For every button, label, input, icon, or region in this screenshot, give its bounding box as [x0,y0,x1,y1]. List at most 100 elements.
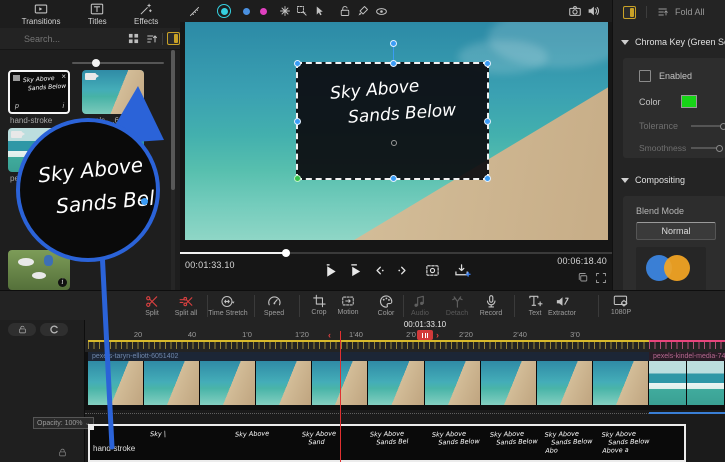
motion-button[interactable]: Motion [337,294,358,316]
seek-knob[interactable] [282,249,290,257]
chroma-color-swatch[interactable] [681,95,697,108]
speed-button[interactable]: Speed [264,294,284,317]
clip-name[interactable]: pexels-kindel-media-742553 [649,352,725,361]
text-clip-hand-stroke[interactable]: hand-stroke Sky | Sky Above Sky Above Sa… [88,424,686,462]
info-icon[interactable]: i [62,103,64,110]
media-tab-bar: Transitions Titles Effects [0,0,180,28]
layer-dot-cyan-selected[interactable] [217,4,231,18]
transport-controls [323,263,471,278]
eye-icon[interactable] [375,5,388,18]
library-item-pexels-6051402[interactable]: i [82,70,144,114]
cursor-star-icon[interactable] [279,5,291,17]
play-from-start-button[interactable] [348,263,363,278]
scrollbar-thumb[interactable] [171,50,175,190]
enabled-checkbox[interactable] [639,70,651,82]
slider-knob[interactable] [92,59,100,67]
tab-titles[interactable]: Titles [88,2,107,26]
layer-dot-blue[interactable] [243,8,250,15]
clip-name[interactable]: pexels-taryn-elliott-6051402 [88,352,649,361]
preview-video[interactable]: Sky Above Sands Below [185,22,608,240]
text-track-lock-icon[interactable] [58,448,67,457]
panel-toggle-icon[interactable] [167,32,180,45]
clip-trim-handle[interactable] [88,424,94,430]
volume-icon[interactable] [586,4,600,18]
track-loop-button[interactable] [40,323,68,336]
playhead-line[interactable] [340,331,341,462]
ruler-label: 2'0 [406,330,416,339]
blend-circle-right [664,255,690,281]
ruler-label: 3'0 [570,330,580,339]
color-button[interactable]: Color [378,294,395,317]
seek-bar[interactable] [180,252,612,254]
play-button[interactable] [323,263,338,278]
tolerance-slider[interactable] [691,125,725,127]
grid-view-icon[interactable] [128,33,139,44]
compositing-title: Compositing [635,175,685,185]
resize-handle-nw[interactable] [294,60,301,67]
snapshot-camera-icon[interactable] [568,4,582,18]
chroma-key-section-header[interactable]: Chroma Key (Green Screen) [613,32,725,52]
fold-all-label[interactable]: Fold All [675,7,705,17]
library-item-hand-stroke[interactable]: × Sky Above Sands Below p i [8,70,70,114]
clip-thumbnail [425,361,481,405]
record-button[interactable]: Record [480,294,503,317]
divider [403,295,404,317]
chevron-down-icon [621,40,629,45]
info-icon[interactable]: i [132,102,141,111]
fullscreen-icon[interactable] [595,272,607,284]
clip-thumbnail [88,361,144,405]
playhead-left-arrow[interactable]: ‹ [328,330,331,340]
thumbnail-size-slider[interactable] [72,62,164,64]
split-all-button[interactable]: Split all [175,294,198,317]
clip-thumbnail [593,361,649,405]
frame-snapshot-button[interactable] [425,263,440,278]
search-input[interactable] [22,33,114,45]
panel-toggle-icon[interactable] [623,6,636,19]
tab-effects[interactable]: Effects [134,2,158,26]
crop-button[interactable]: Crop [311,294,326,316]
clip-1-filmstrip[interactable] [88,361,649,405]
close-icon[interactable]: × [61,73,66,81]
extractor-button[interactable]: Extractor [548,294,576,317]
resize-handle-w[interactable] [294,118,301,125]
resolution-button[interactable]: 1080P [611,294,631,316]
playhead-right-arrow[interactable]: › [436,330,439,340]
cursor-marquee-icon[interactable] [296,5,308,17]
track-lock-button[interactable] [8,323,36,336]
step-forward-button[interactable] [396,264,409,277]
opacity-control[interactable]: Opacity: 100% ⌄ [33,417,94,429]
brush-icon[interactable] [357,5,369,17]
resize-handle-s[interactable] [390,175,397,182]
mask-ruler-icon[interactable] [188,5,201,18]
playhead-handle[interactable] [417,330,433,340]
split-button[interactable]: Split [145,294,160,317]
library-scrollbar[interactable] [171,50,175,305]
sort-icon[interactable] [146,33,158,45]
rotate-handle[interactable] [390,40,397,47]
lock-icon[interactable] [339,5,351,17]
compositing-section-header[interactable]: Compositing [613,170,725,190]
fold-all-icon[interactable] [657,6,669,18]
select-checkbox[interactable] [13,75,20,81]
audio-button: Audio [411,294,429,317]
info-icon[interactable]: i [58,278,67,287]
title-overlay-box[interactable]: Sky Above Sands Below [296,62,489,180]
resize-handle-se[interactable] [484,175,491,182]
cursor-arrow-icon[interactable] [313,5,325,17]
resize-handle-ne[interactable] [484,60,491,67]
resize-handle-n[interactable] [390,60,397,67]
tab-transitions[interactable]: Transitions [22,2,61,26]
thumb-text-line1: Sky Above [23,75,55,84]
smoothness-slider[interactable] [691,147,721,149]
resize-handle-e[interactable] [484,118,491,125]
add-to-library-button[interactable] [454,263,471,278]
timeline-ruler[interactable]: 00:01:33.10 20 40 1'0 1'20 1'40 2'0 2'20… [85,320,725,352]
text-button[interactable]: Text [528,294,543,317]
time-stretch-button[interactable]: Time Stretch [208,294,247,317]
resize-handle-sw[interactable] [294,175,301,182]
step-back-button[interactable] [373,264,386,277]
clip-2-filmstrip[interactable] [649,361,725,405]
layer-dot-magenta[interactable] [260,8,267,15]
duplicate-view-icon[interactable] [577,272,589,284]
blend-mode-dropdown[interactable]: Normal [636,222,716,240]
